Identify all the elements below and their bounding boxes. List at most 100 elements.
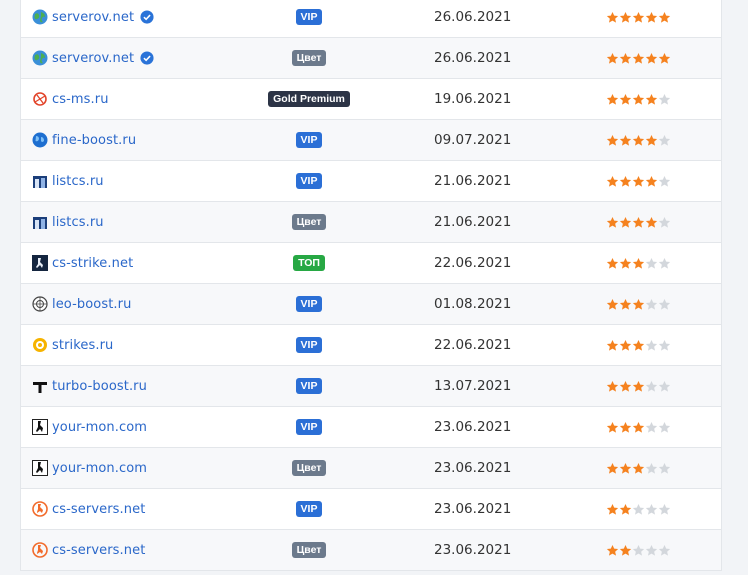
- status-badge: VIP: [295, 9, 323, 25]
- table-row: your-mon.com VIP 23.06.2021: [21, 407, 721, 448]
- star-icon: [645, 257, 658, 270]
- star-icon: [658, 52, 671, 65]
- star-icon: [606, 544, 619, 557]
- star-icon: [606, 216, 619, 229]
- star-icon: [619, 339, 632, 352]
- site-link[interactable]: listcs.ru: [52, 215, 104, 230]
- status-badge: Цвет: [291, 460, 327, 476]
- cs-servers-icon: [32, 542, 48, 558]
- table-row: your-mon.com Цвет 23.06.2021: [21, 448, 721, 489]
- site-link[interactable]: listcs.ru: [52, 174, 104, 189]
- rating-stars: [606, 366, 671, 406]
- star-icon: [606, 52, 619, 65]
- rating-stars: [606, 530, 671, 570]
- star-icon: [632, 298, 645, 311]
- your-mon-icon: [32, 460, 48, 476]
- star-icon: [606, 503, 619, 516]
- date-text: 23.06.2021: [434, 460, 512, 476]
- badge-cell: ТОП: [231, 243, 387, 283]
- table-row: listcs.ru VIP 21.06.2021: [21, 161, 721, 202]
- star-icon: [619, 257, 632, 270]
- rating-stars: [606, 202, 671, 242]
- status-badge: VIP: [295, 501, 323, 517]
- rating-stars: [606, 79, 671, 119]
- listcs-icon: [32, 173, 48, 189]
- star-icon: [632, 52, 645, 65]
- site-list-table: serverov.net VIP 26.06.2021 serverov.net Цве…: [20, 0, 722, 571]
- star-icon: [632, 421, 645, 434]
- rating-stars: [606, 120, 671, 160]
- star-icon: [658, 134, 671, 147]
- rating-stars: [606, 243, 671, 283]
- date-text: 21.06.2021: [434, 214, 512, 230]
- site-link[interactable]: your-mon.com: [52, 420, 147, 435]
- site-cell: cs-servers.net: [32, 489, 145, 529]
- status-badge: VIP: [295, 173, 323, 189]
- site-link[interactable]: cs-servers.net: [52, 502, 145, 517]
- date-text: 09.07.2021: [434, 132, 512, 148]
- site-cell: cs-strike.net: [32, 243, 133, 283]
- site-link[interactable]: leo-boost.ru: [52, 297, 131, 312]
- site-cell: serverov.net: [32, 38, 154, 78]
- site-cell: strikes.ru: [32, 325, 113, 365]
- star-icon: [645, 380, 658, 393]
- site-link[interactable]: turbo-boost.ru: [52, 379, 147, 394]
- star-icon: [606, 339, 619, 352]
- star-icon: [658, 339, 671, 352]
- site-link[interactable]: cs-ms.ru: [52, 92, 109, 107]
- verified-check-icon: [140, 10, 154, 24]
- listcs-icon: [32, 214, 48, 230]
- site-link[interactable]: cs-servers.net: [52, 543, 145, 558]
- globe-blue-icon: [32, 132, 48, 148]
- site-link[interactable]: strikes.ru: [52, 338, 113, 353]
- star-icon: [619, 175, 632, 188]
- star-icon: [619, 52, 632, 65]
- star-icon: [645, 421, 658, 434]
- site-link[interactable]: serverov.net: [52, 10, 134, 25]
- globe-icon: [32, 50, 48, 66]
- site-cell: cs-servers.net: [32, 530, 145, 570]
- site-link[interactable]: cs-strike.net: [52, 256, 133, 271]
- site-cell: listcs.ru: [32, 161, 104, 201]
- site-cell: cs-ms.ru: [32, 79, 109, 119]
- site-link[interactable]: fine-boost.ru: [52, 133, 136, 148]
- status-badge: Gold Premium: [268, 91, 350, 107]
- site-link[interactable]: your-mon.com: [52, 461, 147, 476]
- status-badge: VIP: [295, 337, 323, 353]
- badge-cell: VIP: [231, 284, 387, 324]
- star-icon: [619, 544, 632, 557]
- star-icon: [619, 298, 632, 311]
- star-icon: [632, 175, 645, 188]
- cs-ms-icon: [32, 91, 48, 107]
- star-icon: [606, 93, 619, 106]
- star-icon: [606, 380, 619, 393]
- star-icon: [645, 298, 658, 311]
- status-badge: Цвет: [291, 214, 327, 230]
- rating-stars: [606, 0, 671, 37]
- star-icon: [658, 462, 671, 475]
- date-text: 21.06.2021: [434, 173, 512, 189]
- site-cell: fine-boost.ru: [32, 120, 136, 160]
- rating-stars: [606, 489, 671, 529]
- date-text: 26.06.2021: [434, 9, 512, 25]
- star-icon: [658, 175, 671, 188]
- status-badge: VIP: [295, 378, 323, 394]
- rating-stars: [606, 448, 671, 488]
- badge-cell: VIP: [231, 325, 387, 365]
- star-icon: [619, 462, 632, 475]
- table-row: cs-servers.net VIP 23.06.2021: [21, 489, 721, 530]
- site-link[interactable]: serverov.net: [52, 51, 134, 66]
- badge-cell: VIP: [231, 0, 387, 37]
- star-icon: [619, 503, 632, 516]
- status-badge: Цвет: [291, 50, 327, 66]
- table-row: cs-strike.net ТОП 22.06.2021: [21, 243, 721, 284]
- table-row: serverov.net VIP 26.06.2021: [21, 0, 721, 38]
- globe-icon: [32, 9, 48, 25]
- leo-boost-icon: [32, 296, 48, 312]
- badge-cell: VIP: [231, 366, 387, 406]
- turbo-boost-icon: [32, 378, 48, 394]
- site-cell: listcs.ru: [32, 202, 104, 242]
- star-icon: [645, 52, 658, 65]
- date-text: 01.08.2021: [434, 296, 512, 312]
- date-text: 13.07.2021: [434, 378, 512, 394]
